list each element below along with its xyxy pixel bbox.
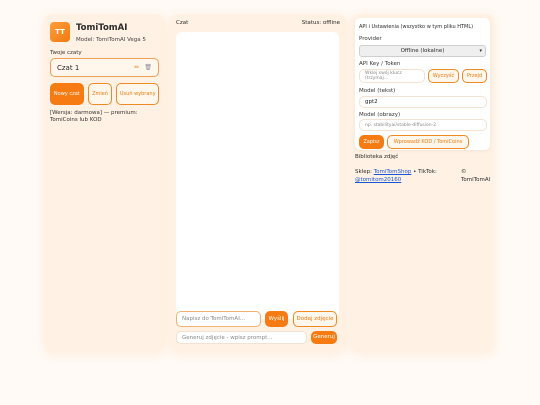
clear-key-button[interactable]: Wyczyść [428,69,459,83]
image-library-link[interactable]: Biblioteka zdjęć [355,154,398,160]
save-settings-button[interactable]: Zapisz [359,135,384,149]
settings-panel: API i Ustawienia (wszystko w tym pliku H… [351,14,494,352]
model-text-input[interactable]: gpt2 [359,96,487,108]
chat-panel: Czat Status: offline Napisz do TomiTomAI… [170,14,346,352]
new-chat-button[interactable]: Nowy czat [50,83,84,105]
model-subtitle: Model: TomiTomAI Vega 5 [76,37,146,43]
status-text: Status: offline [301,20,340,26]
trash-icon[interactable]: 🗑 [144,64,152,71]
test-key-button[interactable]: Przejd [462,69,487,83]
chat-item-label: Czat 1 [57,63,80,72]
send-button[interactable]: Wyślij [265,311,288,327]
provider-value: Offline (lokalne) [400,48,445,54]
api-key-label: API Key / Token [359,61,401,67]
provider-label: Provider [359,36,382,42]
app-title: TomiTomAI [76,23,128,33]
shop-prefix: Sklep: [355,169,374,175]
settings-title: API i Ustawienia (wszystko w tym pliku H… [359,24,474,30]
shop-link[interactable]: TomiTomShop [374,169,412,175]
brand-avatar: TT [50,22,70,42]
footer-links: Sklep: TomiTomShop • TikTok: @tomitom201… [355,169,455,184]
generate-button[interactable]: Generuj [311,331,337,344]
brand-header: TT TomiTomAI Model: TomiTomAI Vega 5 [50,22,159,43]
rename-chat-button[interactable]: Zmień [87,83,113,105]
chats-label: Twoje czaty [50,50,82,56]
add-image-button[interactable]: Dodaj zdjęcie [293,311,337,327]
version-note: [Wersja: darmowa] — premium: TomiCoins l… [50,110,138,124]
model-text-label: Model (tekst) [359,88,396,94]
api-settings-card: API i Ustawienia (wszystko w tym pliku H… [355,18,490,150]
api-key-input[interactable]: Wklej swój klucz (trzymaj... [359,69,425,83]
tiktok-prefix: • TikTok: [411,169,437,175]
chevron-down-icon: ▾ [479,48,482,54]
chat-title: Czat [176,20,189,26]
message-input[interactable]: Napisz do TomiTomAI... [176,311,261,327]
sidebar-panel: TT TomiTomAI Model: TomiTomAI Vega 5 Two… [44,14,165,352]
copyright-text: © TomiTomAI [461,169,491,183]
delete-selected-button[interactable]: Usuń wybrany [116,83,160,105]
tiktok-link[interactable]: @tomitom20160 [355,177,401,183]
pencil-icon[interactable]: ✏ [134,64,139,71]
model-image-label: Model (obrazy) [359,112,401,118]
redeem-code-button[interactable]: Wprowadź KOD / TomiCoins [387,135,469,149]
model-image-input[interactable]: np. stabilityai/stable-diffusion-2 [359,119,487,131]
chat-list-item[interactable]: Czat 1 ✏ 🗑 [50,58,159,77]
chat-messages-area[interactable] [176,32,339,319]
provider-select[interactable]: Offline (lokalne) ▾ [359,45,486,57]
image-prompt-input[interactable]: Generuj zdjęcie - wpisz prompt... [176,331,307,344]
